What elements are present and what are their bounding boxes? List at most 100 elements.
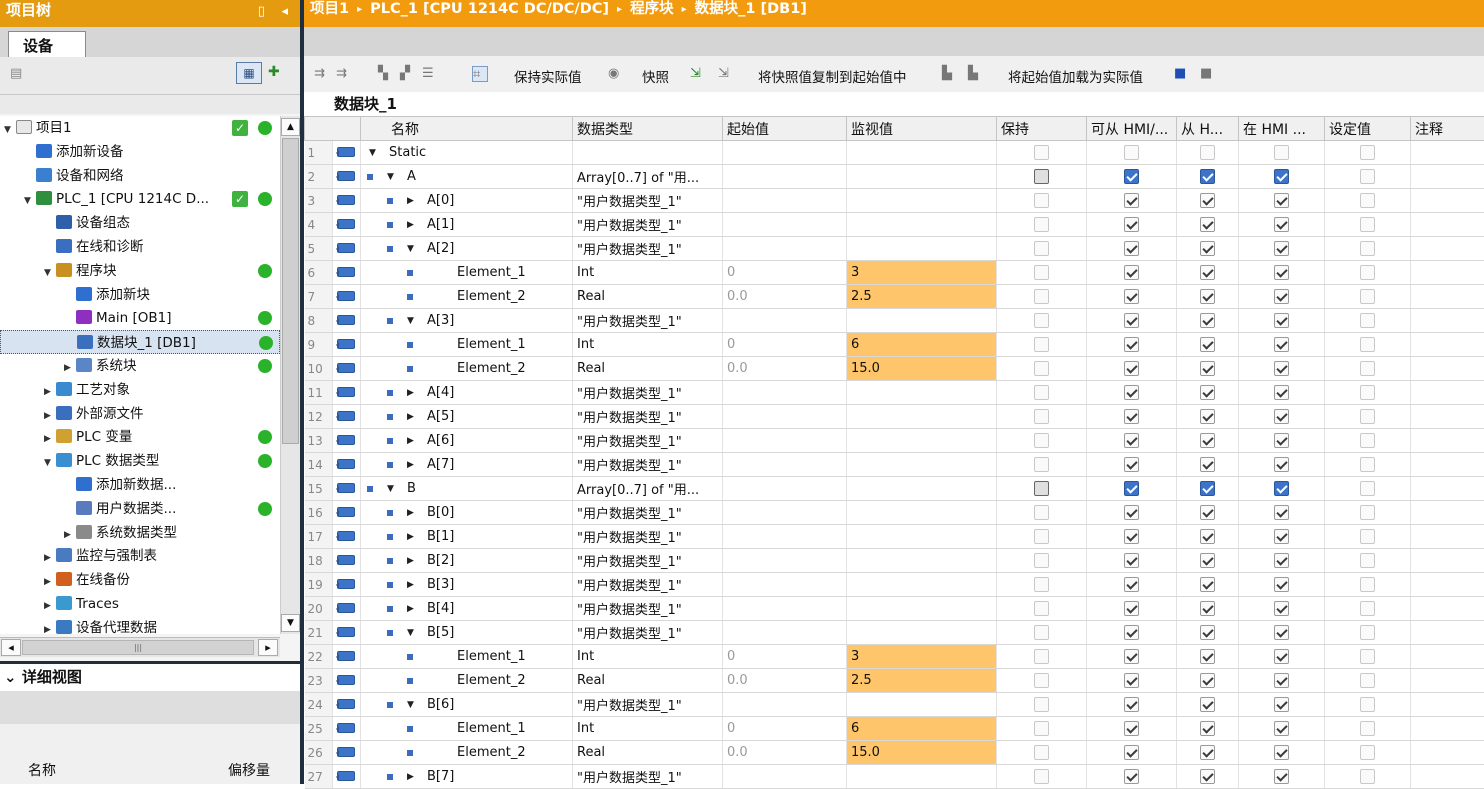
checkbox[interactable] <box>1360 385 1375 400</box>
expand-right-icon[interactable]: ▶ <box>407 501 414 525</box>
scroll-up-icon[interactable]: ▲ <box>281 118 300 136</box>
checkbox[interactable] <box>1274 553 1289 568</box>
checkbox[interactable] <box>1034 553 1049 568</box>
setpoint-checkbox-cell[interactable] <box>1325 285 1411 309</box>
row-number[interactable]: 11 <box>305 381 333 405</box>
tab-devices[interactable]: 设备 <box>8 31 86 57</box>
monitor-value-cell[interactable] <box>847 381 997 405</box>
expand-right-icon[interactable]: ▶ <box>44 380 56 404</box>
hmi-write-checkbox-cell[interactable] <box>1177 765 1239 789</box>
checkbox[interactable] <box>1274 409 1289 424</box>
datatype-cell[interactable]: "用户数据类型_1" <box>573 765 723 789</box>
table-row[interactable]: 12▶A[5]"用户数据类型_1" <box>305 405 1484 429</box>
name-cell[interactable]: ▶A[0] <box>361 189 573 213</box>
expand-right-icon[interactable]: ▶ <box>407 429 414 453</box>
retain-checkbox-cell[interactable] <box>997 189 1087 213</box>
hmi-write-checkbox-cell[interactable] <box>1177 141 1239 165</box>
monitor-value-cell[interactable] <box>847 693 997 717</box>
tree-item[interactable]: 添加新块 <box>0 283 280 307</box>
col-comment[interactable]: 注释 <box>1411 117 1484 141</box>
setpoint-checkbox-cell[interactable] <box>1325 597 1411 621</box>
col-hmi-access[interactable]: 可从 HMI/... <box>1087 117 1177 141</box>
load-icon[interactable]: ■ <box>1174 66 1190 82</box>
checkbox[interactable] <box>1274 721 1289 736</box>
expand-down-icon[interactable]: ▼ <box>407 693 414 717</box>
checkbox[interactable] <box>1360 625 1375 640</box>
expand-right-icon[interactable]: ▶ <box>44 570 56 594</box>
expand-right-icon[interactable]: ▶ <box>407 765 414 789</box>
checkbox[interactable] <box>1034 745 1049 760</box>
checkbox[interactable] <box>1200 649 1215 664</box>
checkbox[interactable] <box>1124 145 1139 160</box>
expand-down-icon[interactable]: ▼ <box>4 118 16 142</box>
hmi-access-checkbox-cell[interactable] <box>1087 477 1177 501</box>
checkbox[interactable] <box>1034 481 1049 496</box>
add-row-icon[interactable]: ⇉ <box>336 66 352 82</box>
checkbox[interactable] <box>1200 337 1215 352</box>
table-row[interactable]: 23Element_2Real0.02.5 <box>305 669 1484 693</box>
table-row[interactable]: 10Element_2Real0.015.0 <box>305 357 1484 381</box>
hmi-visible-checkbox-cell[interactable] <box>1239 309 1325 333</box>
comment-cell[interactable] <box>1411 453 1484 477</box>
retain-checkbox-cell[interactable] <box>997 261 1087 285</box>
load-icon-2[interactable]: ■ <box>1200 66 1216 82</box>
hmi-write-checkbox-cell[interactable] <box>1177 405 1239 429</box>
checkbox[interactable] <box>1034 769 1049 784</box>
hmi-visible-checkbox-cell[interactable] <box>1239 189 1325 213</box>
checkbox[interactable] <box>1200 577 1215 592</box>
row-number[interactable]: 15 <box>305 477 333 501</box>
hmi-write-checkbox-cell[interactable] <box>1177 645 1239 669</box>
tree-horizontal-scrollbar[interactable]: ◂ ||| ▸ <box>0 637 280 657</box>
row-number[interactable]: 25 <box>305 717 333 741</box>
hmi-visible-checkbox-cell[interactable] <box>1239 693 1325 717</box>
table-row[interactable]: 13▶A[6]"用户数据类型_1" <box>305 429 1484 453</box>
comment-cell[interactable] <box>1411 549 1484 573</box>
hmi-access-checkbox-cell[interactable] <box>1087 165 1177 189</box>
datatype-cell[interactable]: Int <box>573 333 723 357</box>
comment-cell[interactable] <box>1411 333 1484 357</box>
scroll-left-icon[interactable]: ◂ <box>1 639 21 656</box>
hmi-access-checkbox-cell[interactable] <box>1087 309 1177 333</box>
start-value-cell[interactable] <box>723 237 847 261</box>
monitor-value-cell[interactable]: 2.5 <box>847 285 997 309</box>
hmi-access-checkbox-cell[interactable] <box>1087 237 1177 261</box>
checkbox[interactable] <box>1274 481 1289 496</box>
comment-cell[interactable] <box>1411 525 1484 549</box>
checkbox[interactable] <box>1034 409 1049 424</box>
hmi-write-checkbox-cell[interactable] <box>1177 501 1239 525</box>
setpoint-checkbox-cell[interactable] <box>1325 381 1411 405</box>
name-cell[interactable]: ▶B[3] <box>361 573 573 597</box>
row-number[interactable]: 26 <box>305 741 333 765</box>
datatype-cell[interactable]: "用户数据类型_1" <box>573 501 723 525</box>
hmi-access-checkbox-cell[interactable] <box>1087 741 1177 765</box>
hmi-write-checkbox-cell[interactable] <box>1177 717 1239 741</box>
setpoint-checkbox-cell[interactable] <box>1325 261 1411 285</box>
checkbox[interactable] <box>1034 337 1049 352</box>
hscroll-thumb[interactable]: ||| <box>22 640 254 655</box>
checkbox[interactable] <box>1124 505 1139 520</box>
breadcrumb-plc[interactable]: PLC_1 [CPU 1214C DC/DC/DC] <box>370 1 609 17</box>
checkbox[interactable] <box>1274 385 1289 400</box>
start-value-cell[interactable] <box>723 309 847 333</box>
checkbox[interactable] <box>1124 337 1139 352</box>
expand-right-icon[interactable]: ▶ <box>407 597 414 621</box>
tree-item[interactable]: 用户数据类... <box>0 497 280 521</box>
row-number[interactable]: 4 <box>305 213 333 237</box>
table-row[interactable]: 22Element_1Int03 <box>305 645 1484 669</box>
breadcrumb-project[interactable]: 项目1 <box>310 1 349 17</box>
checkbox[interactable] <box>1360 481 1375 496</box>
checkbox[interactable] <box>1034 697 1049 712</box>
datatype-cell[interactable] <box>573 141 723 165</box>
checkbox[interactable] <box>1360 313 1375 328</box>
tree-item[interactable]: 设备组态 <box>0 211 280 235</box>
datatype-cell[interactable]: "用户数据类型_1" <box>573 429 723 453</box>
snapshot-camera-icon[interactable]: ◉ <box>608 66 624 82</box>
checkbox[interactable] <box>1034 241 1049 256</box>
hmi-access-checkbox-cell[interactable] <box>1087 693 1177 717</box>
name-cell[interactable]: ▼A[3] <box>361 309 573 333</box>
hmi-visible-checkbox-cell[interactable] <box>1239 357 1325 381</box>
checkbox[interactable] <box>1200 673 1215 688</box>
start-value-cell[interactable] <box>723 549 847 573</box>
checkbox[interactable] <box>1274 217 1289 232</box>
col-datatype[interactable]: 数据类型 <box>573 117 723 141</box>
